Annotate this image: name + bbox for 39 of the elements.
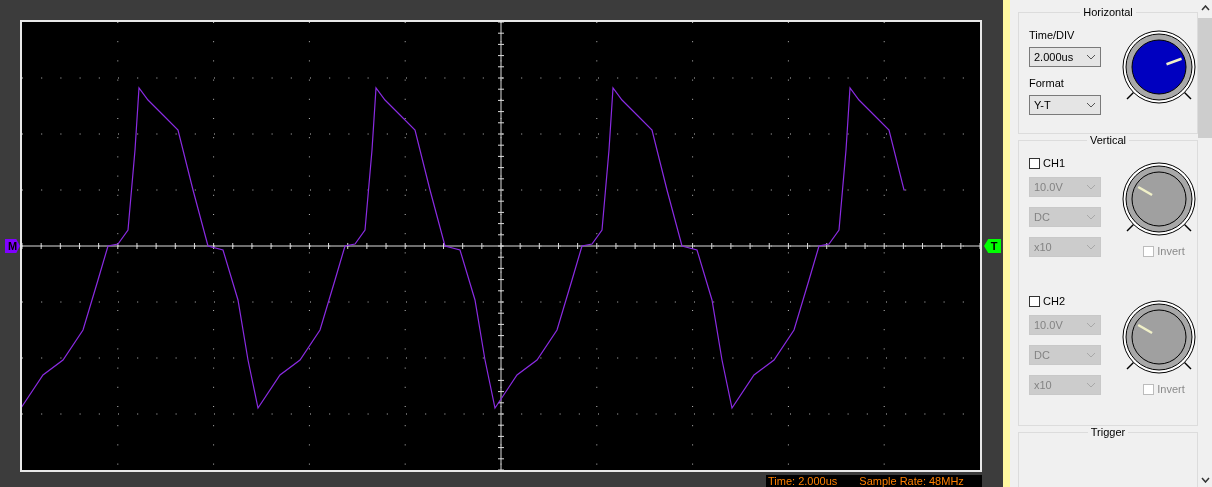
caret-icon [1086, 102, 1096, 108]
group-title: Horizontal [1080, 6, 1136, 18]
scroll-up-icon[interactable] [1201, 5, 1210, 11]
channel-label: CH1 [1043, 157, 1065, 169]
field-label: Time/DIV [1029, 29, 1076, 41]
dropdown[interactable]: Y-T [1029, 95, 1101, 115]
invert-checkbox[interactable] [1143, 245, 1155, 257]
dropdown[interactable]: x10 [1029, 237, 1101, 257]
group-title: Trigger [1087, 426, 1129, 438]
channel-checkbox[interactable] [1029, 295, 1040, 307]
caret-icon [1086, 214, 1096, 220]
dropdown[interactable]: DC [1029, 345, 1101, 365]
dropdown[interactable]: 10.0V [1029, 315, 1101, 335]
caret-icon [1086, 382, 1096, 388]
field-label: Format [1029, 77, 1065, 89]
scroll-down-icon[interactable] [1201, 477, 1210, 483]
channel-label: CH2 [1043, 295, 1065, 307]
caret-icon [1086, 54, 1096, 60]
group-title: Vertical [1086, 134, 1130, 146]
invert-label: Invert [1157, 383, 1185, 395]
caret-icon [1086, 322, 1096, 328]
dropdown[interactable]: DC [1029, 207, 1101, 227]
caret-icon [1086, 184, 1096, 190]
invert-label: Invert [1157, 245, 1185, 257]
caret-icon [1086, 352, 1096, 358]
caret-icon [1086, 244, 1096, 250]
ground-marker[interactable]: M [5, 239, 20, 253]
volts-knob[interactable] [1121, 161, 1197, 237]
time-knob[interactable] [1121, 29, 1197, 105]
invert-checkbox[interactable] [1143, 383, 1155, 395]
channel-checkbox[interactable] [1029, 157, 1040, 169]
scroll-thumb[interactable] [1198, 18, 1212, 138]
volts-knob[interactable] [1121, 299, 1197, 375]
dropdown[interactable]: x10 [1029, 375, 1101, 395]
sample-rate-readout: Sample Rate: 48MHz [859, 475, 964, 487]
dropdown[interactable]: 10.0V [1029, 177, 1101, 197]
trigger-marker[interactable]: T [984, 239, 1001, 253]
time-readout: Time: 2.000us [768, 475, 838, 487]
dropdown[interactable]: 2.000us [1029, 47, 1101, 67]
